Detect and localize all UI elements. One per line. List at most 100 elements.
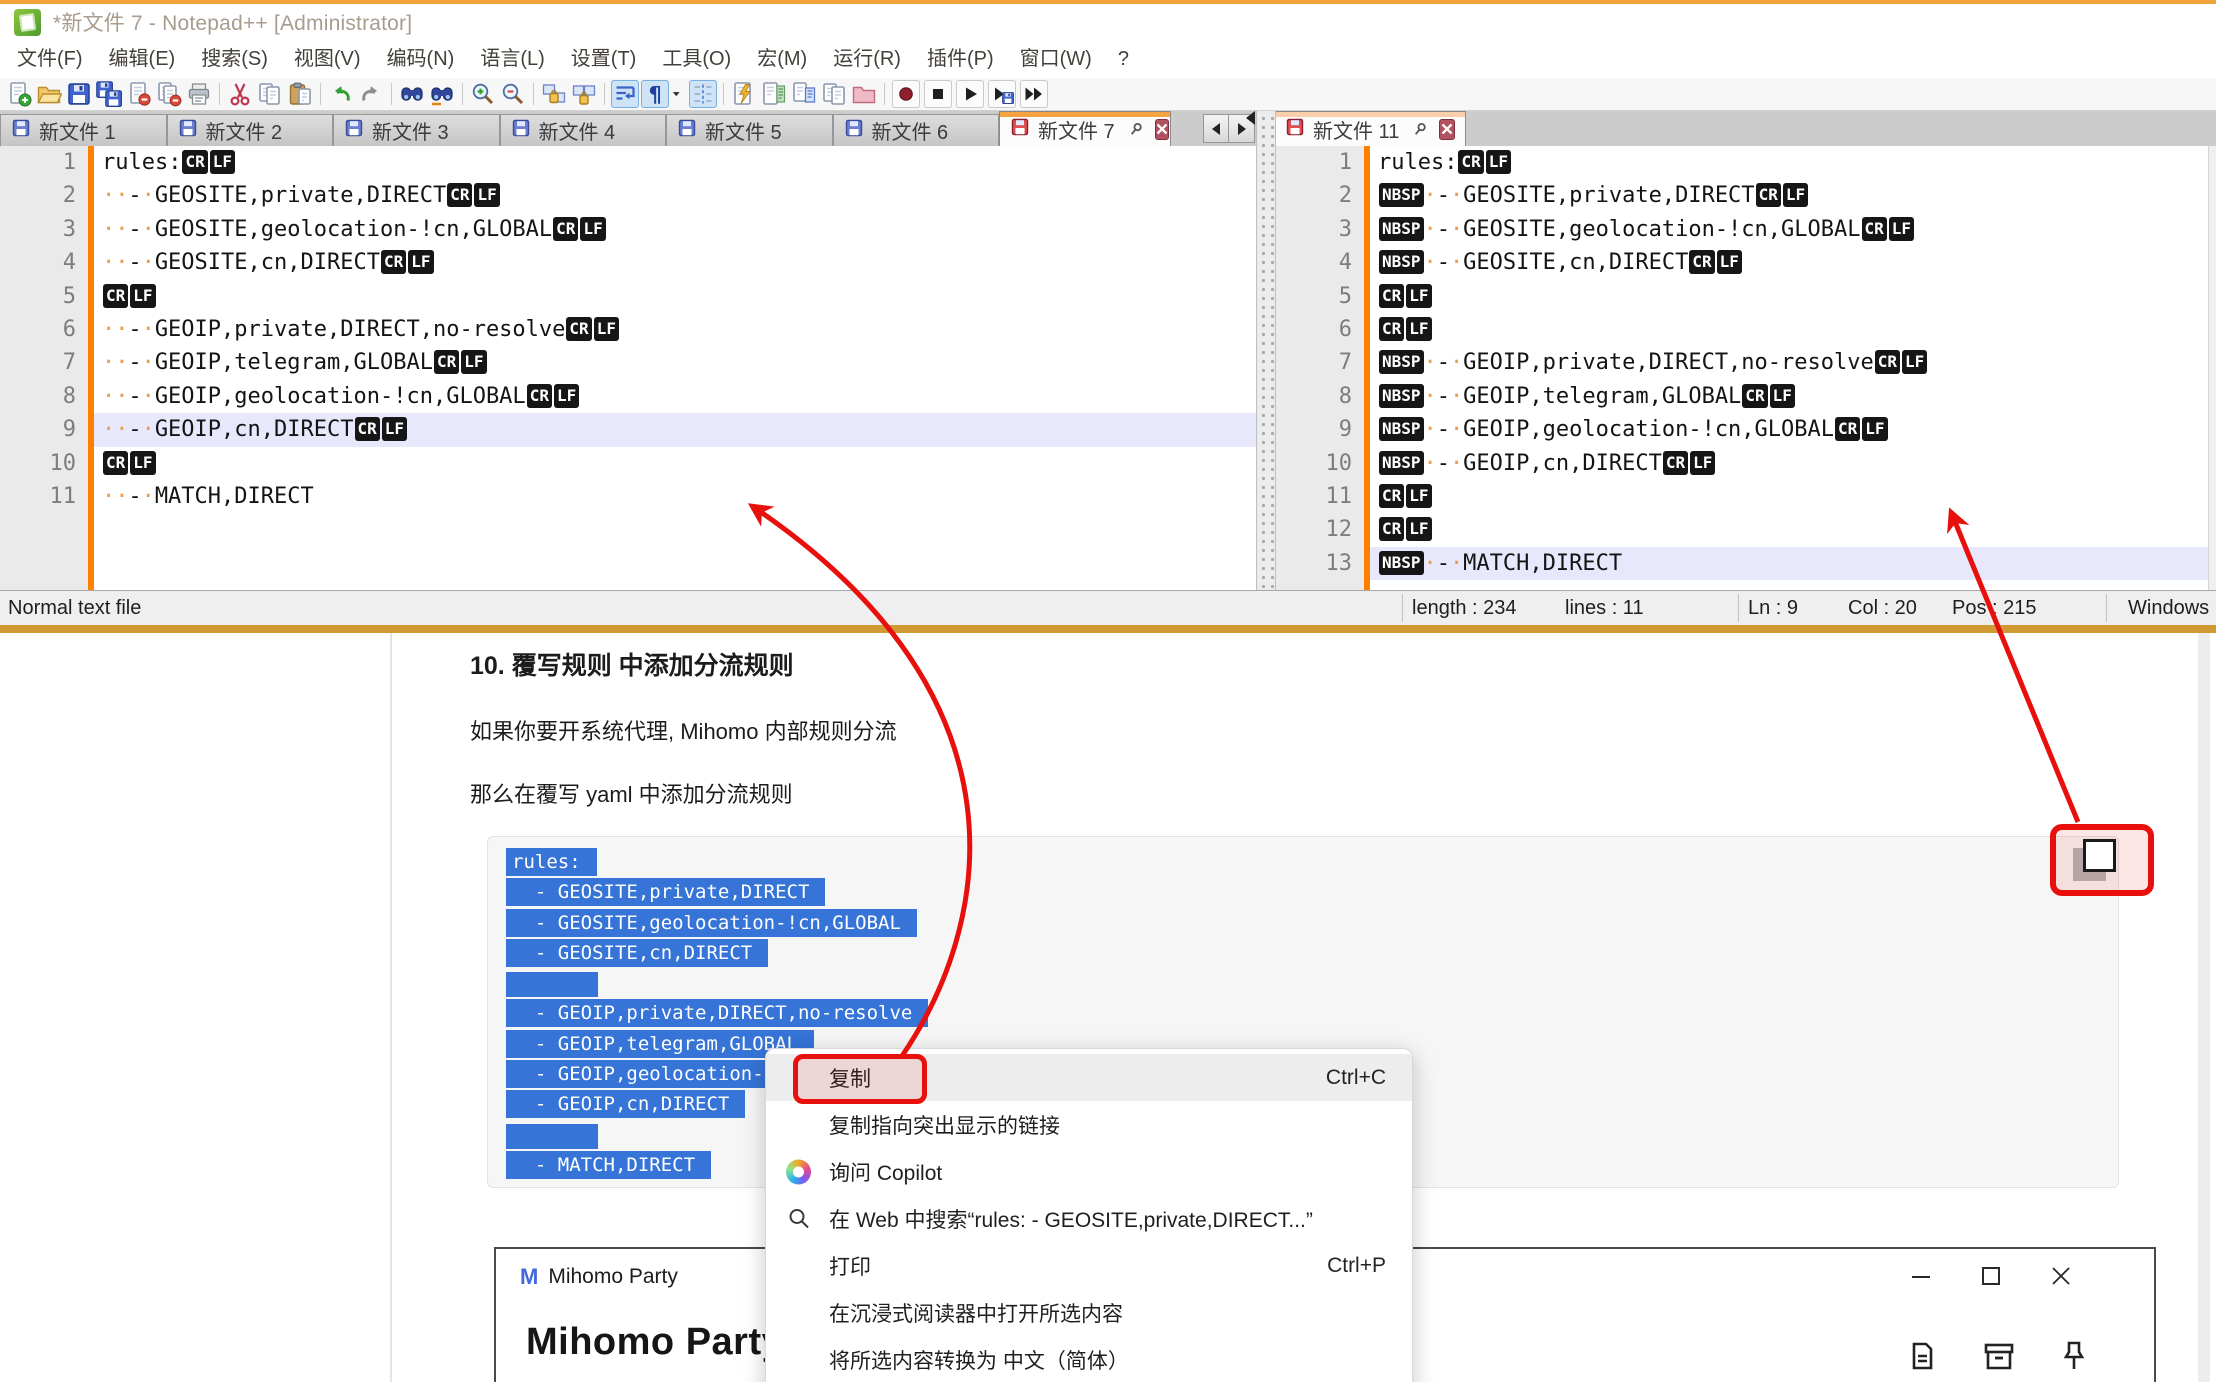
tab-新文件-6[interactable]: 新文件 6 bbox=[833, 114, 1000, 146]
new-file-icon[interactable] bbox=[5, 80, 33, 108]
save-all-icon[interactable] bbox=[95, 80, 123, 108]
menu-item-1[interactable]: 文件(F) bbox=[4, 40, 96, 78]
word-wrap-icon[interactable] bbox=[611, 80, 639, 108]
tab-新文件-5[interactable]: 新文件 5 bbox=[666, 114, 833, 146]
tab-新文件-11[interactable]: 新文件 11 bbox=[1274, 111, 1466, 146]
menu-item-9[interactable]: 宏(M) bbox=[744, 40, 820, 78]
minimize-icon[interactable] bbox=[1908, 1263, 1934, 1289]
menubar: 文件(F)编辑(E)搜索(S)视图(V)编码(N)语言(L)设置(T)工具(O)… bbox=[0, 40, 2216, 78]
tab-新文件-7[interactable]: 新文件 7 bbox=[999, 111, 1171, 146]
maximize-icon[interactable] bbox=[1978, 1263, 2004, 1289]
indent-guide-icon[interactable] bbox=[689, 80, 717, 108]
editor-line-9: 9··-·GEOIP,cn,DIRECTCRLF bbox=[0, 413, 1256, 446]
tab-close-icon[interactable] bbox=[1155, 119, 1169, 140]
context-menu-item-4[interactable]: 在 Web 中搜索“rules: - GEOSITE,private,DIREC… bbox=[766, 1195, 1412, 1242]
menu-item-13[interactable]: ? bbox=[1105, 40, 1142, 78]
editor-line-8: 8··-·GEOIP,geolocation-!cn,GLOBALCRLF bbox=[0, 380, 1256, 413]
run-macro-icon[interactable] bbox=[1020, 80, 1048, 108]
context-menu-item-3[interactable]: 询问 Copilot bbox=[766, 1148, 1412, 1195]
editor-line-11: 11··-·MATCH,DIRECT bbox=[0, 480, 1256, 513]
sync-v-icon[interactable] bbox=[540, 80, 568, 108]
status-position: Pos : 215 bbox=[1952, 597, 2037, 620]
menu-item-2[interactable]: 编辑(E) bbox=[96, 40, 189, 78]
status-eol-format: Windows bbox=[2128, 597, 2209, 620]
replace-icon[interactable] bbox=[428, 80, 456, 108]
copy-icon[interactable] bbox=[256, 80, 284, 108]
line-number: 6 bbox=[1276, 313, 1364, 346]
redo-icon[interactable] bbox=[357, 80, 385, 108]
menu-item-7[interactable]: 设置(T) bbox=[558, 40, 650, 78]
context-menu-item-7[interactable]: 将所选内容转换为 中文（简体） bbox=[766, 1336, 1412, 1382]
menu-item-3[interactable]: 搜索(S) bbox=[188, 40, 281, 78]
menu-item-6[interactable]: 语言(L) bbox=[467, 40, 557, 78]
show-all-chars-icon[interactable]: ¶ bbox=[641, 80, 669, 108]
code-line bbox=[506, 972, 2118, 1002]
menu-item-10[interactable]: 运行(R) bbox=[820, 40, 914, 78]
tab-新文件-1[interactable]: 新文件 1 bbox=[0, 114, 167, 146]
selected-blank bbox=[506, 1124, 598, 1149]
zoom-in-icon[interactable] bbox=[469, 80, 497, 108]
open-icon[interactable] bbox=[35, 80, 63, 108]
editor-scrollbar[interactable] bbox=[2208, 146, 2216, 590]
zoom-out-icon[interactable] bbox=[499, 80, 527, 108]
line-number: 1 bbox=[1276, 146, 1364, 179]
tab-新文件-3[interactable]: 新文件 3 bbox=[333, 114, 500, 146]
folder-workspace-icon[interactable] bbox=[850, 80, 878, 108]
editor-pane-left[interactable]: 1rules:CRLF2··-·GEOSITE,private,DIRECTCR… bbox=[0, 146, 1256, 590]
menu-item-12[interactable]: 窗口(W) bbox=[1007, 40, 1105, 78]
tab-新文件-2[interactable]: 新文件 2 bbox=[167, 114, 334, 146]
record-macro-icon[interactable] bbox=[892, 80, 920, 108]
saved-file-icon bbox=[344, 118, 364, 143]
line-number: 5 bbox=[1276, 280, 1364, 313]
tab-pin-icon[interactable] bbox=[1411, 120, 1429, 138]
archive-box-icon[interactable] bbox=[1982, 1340, 2016, 1372]
tab-bar: 新文件 1新文件 2新文件 3新文件 4新文件 5新文件 6 新文件 7 新文件… bbox=[0, 111, 2216, 146]
save-macro-icon[interactable] bbox=[988, 80, 1016, 108]
document-icon[interactable] bbox=[1906, 1340, 1938, 1372]
status-separator bbox=[1738, 594, 1739, 622]
stop-macro-icon[interactable] bbox=[924, 80, 952, 108]
close-icon[interactable] bbox=[2048, 1263, 2074, 1289]
paste-icon[interactable] bbox=[286, 80, 314, 108]
notepad-titlebar[interactable]: *新文件 7 - Notepad++ [Administrator] bbox=[0, 4, 2216, 40]
editor-pane-right[interactable]: 1rules:CRLF2NBSP·-·GEOSITE,private,DIREC… bbox=[1276, 146, 2208, 590]
crlf-marker: CRLF bbox=[1862, 217, 1915, 241]
doc-switcher-icon[interactable] bbox=[820, 80, 848, 108]
tab-新文件-4[interactable]: 新文件 4 bbox=[500, 114, 667, 146]
crlf-marker: CRLF bbox=[103, 284, 156, 308]
nbsp-marker: NBSP bbox=[1379, 451, 1424, 475]
doc-list-icon[interactable] bbox=[790, 80, 818, 108]
menu-item-11[interactable]: 插件(P) bbox=[914, 40, 1007, 78]
sidebar-divider bbox=[390, 633, 392, 1382]
save-icon[interactable] bbox=[65, 80, 93, 108]
print-icon[interactable] bbox=[185, 80, 213, 108]
context-menu-item-2[interactable]: 复制指向突出显示的链接 bbox=[766, 1101, 1412, 1148]
cut-icon[interactable] bbox=[226, 80, 254, 108]
sync-h-icon[interactable] bbox=[570, 80, 598, 108]
context-menu-item-5[interactable]: 打印Ctrl+P bbox=[766, 1242, 1412, 1289]
find-icon[interactable] bbox=[398, 80, 426, 108]
context-menu-item-6[interactable]: 在沉浸式阅读器中打开所选内容 bbox=[766, 1289, 1412, 1336]
tab-close-icon[interactable] bbox=[1439, 119, 1455, 140]
pin-icon[interactable] bbox=[2060, 1339, 2088, 1373]
menu-item-4[interactable]: 视图(V) bbox=[281, 40, 374, 78]
dropdown-icon[interactable] bbox=[671, 80, 687, 108]
close-icon[interactable] bbox=[125, 80, 153, 108]
pane-splitter[interactable] bbox=[1256, 111, 1276, 590]
line-number: 9 bbox=[1276, 413, 1364, 446]
toolbar-separator bbox=[391, 83, 392, 105]
menu-item-5[interactable]: 编码(N) bbox=[374, 40, 468, 78]
play-macro-icon[interactable] bbox=[956, 80, 984, 108]
page-scrollbar[interactable] bbox=[2198, 633, 2210, 1382]
tab-scroll-left-button[interactable] bbox=[1203, 114, 1229, 143]
function-list-icon[interactable] bbox=[730, 80, 758, 108]
window-controls bbox=[1908, 1263, 2074, 1289]
tab-pin-icon[interactable] bbox=[1127, 120, 1145, 138]
editor-line-9: 9NBSP·-·GEOIP,geolocation-!cn,GLOBALCRLF bbox=[1276, 413, 2208, 446]
undo-icon[interactable] bbox=[327, 80, 355, 108]
close-all-icon[interactable] bbox=[155, 80, 183, 108]
nbsp-marker: NBSP bbox=[1379, 551, 1424, 575]
saved-file-icon bbox=[11, 118, 31, 143]
menu-item-8[interactable]: 工具(O) bbox=[649, 40, 744, 78]
doc-map-icon[interactable] bbox=[760, 80, 788, 108]
